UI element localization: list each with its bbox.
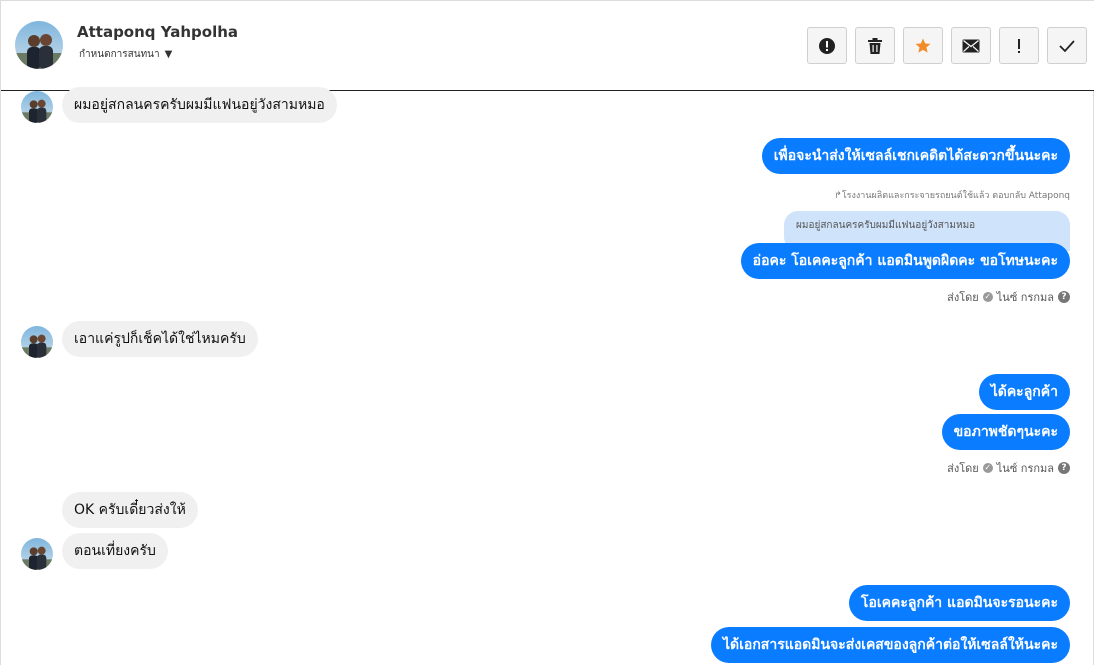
incoming-message[interactable]: OK ครับเดี๋ยวส่งให้ [62, 492, 198, 528]
sent-by-user: ไนซ์ กรกมล [996, 291, 1054, 304]
check-icon [1059, 39, 1075, 52]
delete-button[interactable] [855, 27, 895, 64]
sent-by-user: ไนซ์ กรกมล [996, 462, 1054, 475]
outgoing-message[interactable]: โอเคคะลูกค้า แอดมินจะรอนะคะ [848, 585, 1070, 621]
report-button[interactable] [807, 27, 847, 64]
outgoing-message[interactable]: อ่อคะ โอเคคะลูกค้า แอดมินพูดผิดคะ ขอโทษน… [740, 243, 1070, 279]
sent-by-status: ส่งโดย ✓ ไนซ์ กรกมล ? [947, 288, 1070, 306]
contact-avatar[interactable] [15, 21, 63, 69]
caret-down-icon: ▼ [164, 49, 173, 60]
incoming-message[interactable]: เอาแค่รูปก็เช็คได้ใช่ไหมครับ [62, 321, 258, 357]
outgoing-message[interactable]: ได้คะลูกค้า [978, 374, 1070, 410]
verified-dot-icon: ✓ [982, 463, 993, 473]
sender-avatar [21, 326, 53, 358]
exclamation-icon [1018, 38, 1020, 53]
outgoing-message[interactable]: เพื่อจะนำส่งให้เซลล์เชกเคดิตได้สะดวกขึ้น… [761, 138, 1070, 174]
incoming-message[interactable]: ตอนเที่ยงครับ [62, 533, 168, 569]
help-icon[interactable]: ? [1058, 291, 1070, 303]
outgoing-message[interactable]: ขอภาพชัดๆนะคะ [941, 414, 1070, 450]
reply-context-text: โรงงานผลิตและกระจายรถยนต์ใช้แล้ว ตอบกลับ… [841, 191, 1070, 201]
incoming-message[interactable]: ผมอยู่สกลนครครับผมมีแฟนอยู่วังสามหมอ [62, 87, 337, 123]
sender-avatar [21, 91, 53, 123]
star-button[interactable] [903, 27, 943, 64]
exclamation-circle-icon [819, 37, 835, 54]
help-icon[interactable]: ? [1058, 462, 1070, 474]
sent-by-status: ส่งโดย ✓ ไนซ์ กรกมล ? [947, 459, 1070, 477]
reply-context: ↱โรงงานผลิตและกระจายรถยนต์ใช้แล้ว ตอบกลั… [834, 188, 1070, 202]
done-button[interactable] [1047, 27, 1087, 64]
mail-button[interactable] [951, 27, 991, 64]
conversation-header: Attaponq Yahpolha กำหนดการสนทนา ▼ [1, 1, 1094, 91]
important-button[interactable] [999, 27, 1039, 64]
conversation-settings-dropdown[interactable]: กำหนดการสนทนา ▼ [79, 47, 172, 62]
trash-icon [868, 37, 882, 54]
contact-name: Attaponq Yahpolha [77, 23, 239, 41]
sent-by-label: ส่งโดย [947, 462, 979, 475]
header-actions [807, 27, 1087, 64]
outgoing-message[interactable]: ได้เอกสารแอดมินจะส่งเคสของลูกค้าต่อให้เซ… [711, 627, 1070, 663]
conversation-settings-label: กำหนดการสนทนา [79, 49, 160, 60]
chat-window: Attaponq Yahpolha กำหนดการสนทนา ▼ ผมอยู่… [0, 0, 1094, 665]
sent-by-label: ส่งโดย [947, 291, 979, 304]
envelope-icon [962, 39, 980, 52]
star-icon [915, 38, 931, 53]
reply-arrow-icon: ↱ [834, 191, 842, 201]
verified-dot-icon: ✓ [982, 292, 993, 302]
sender-avatar [21, 538, 53, 570]
